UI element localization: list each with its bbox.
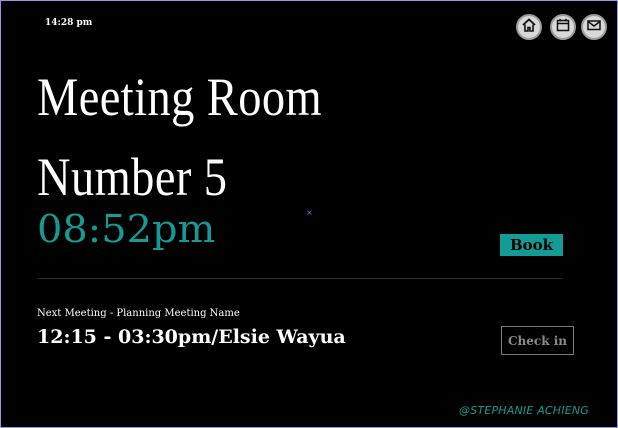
room-title: Meeting Room Number 5: [37, 57, 398, 217]
room-display-screen: 14:28 pm Meeting Room Number 5 08:52pm ×…: [0, 0, 618, 428]
author-credit: @STEPHANIE ACHIENG: [459, 404, 590, 417]
current-time: 08:52pm: [37, 207, 216, 251]
status-bar-time: 14:28 pm: [45, 18, 93, 28]
book-button[interactable]: Book: [500, 234, 563, 256]
calendar-button[interactable]: [550, 14, 576, 40]
check-in-button[interactable]: Check in: [501, 326, 574, 355]
room-title-line-1: Meeting Room: [37, 67, 323, 127]
cursor-marker: ×: [306, 208, 313, 217]
home-button[interactable]: [516, 14, 542, 40]
home-icon: [521, 17, 537, 37]
room-title-line-2: Number 5: [37, 147, 228, 207]
mail-button[interactable]: [581, 14, 607, 40]
next-meeting-detail: 12:15 - 03:30pm/Elsie Wayua: [37, 326, 346, 348]
next-meeting-label: Next Meeting - Planning Meeting Name: [37, 308, 240, 319]
calendar-icon: [555, 17, 571, 37]
mail-icon: [586, 17, 602, 37]
divider: [37, 278, 563, 279]
